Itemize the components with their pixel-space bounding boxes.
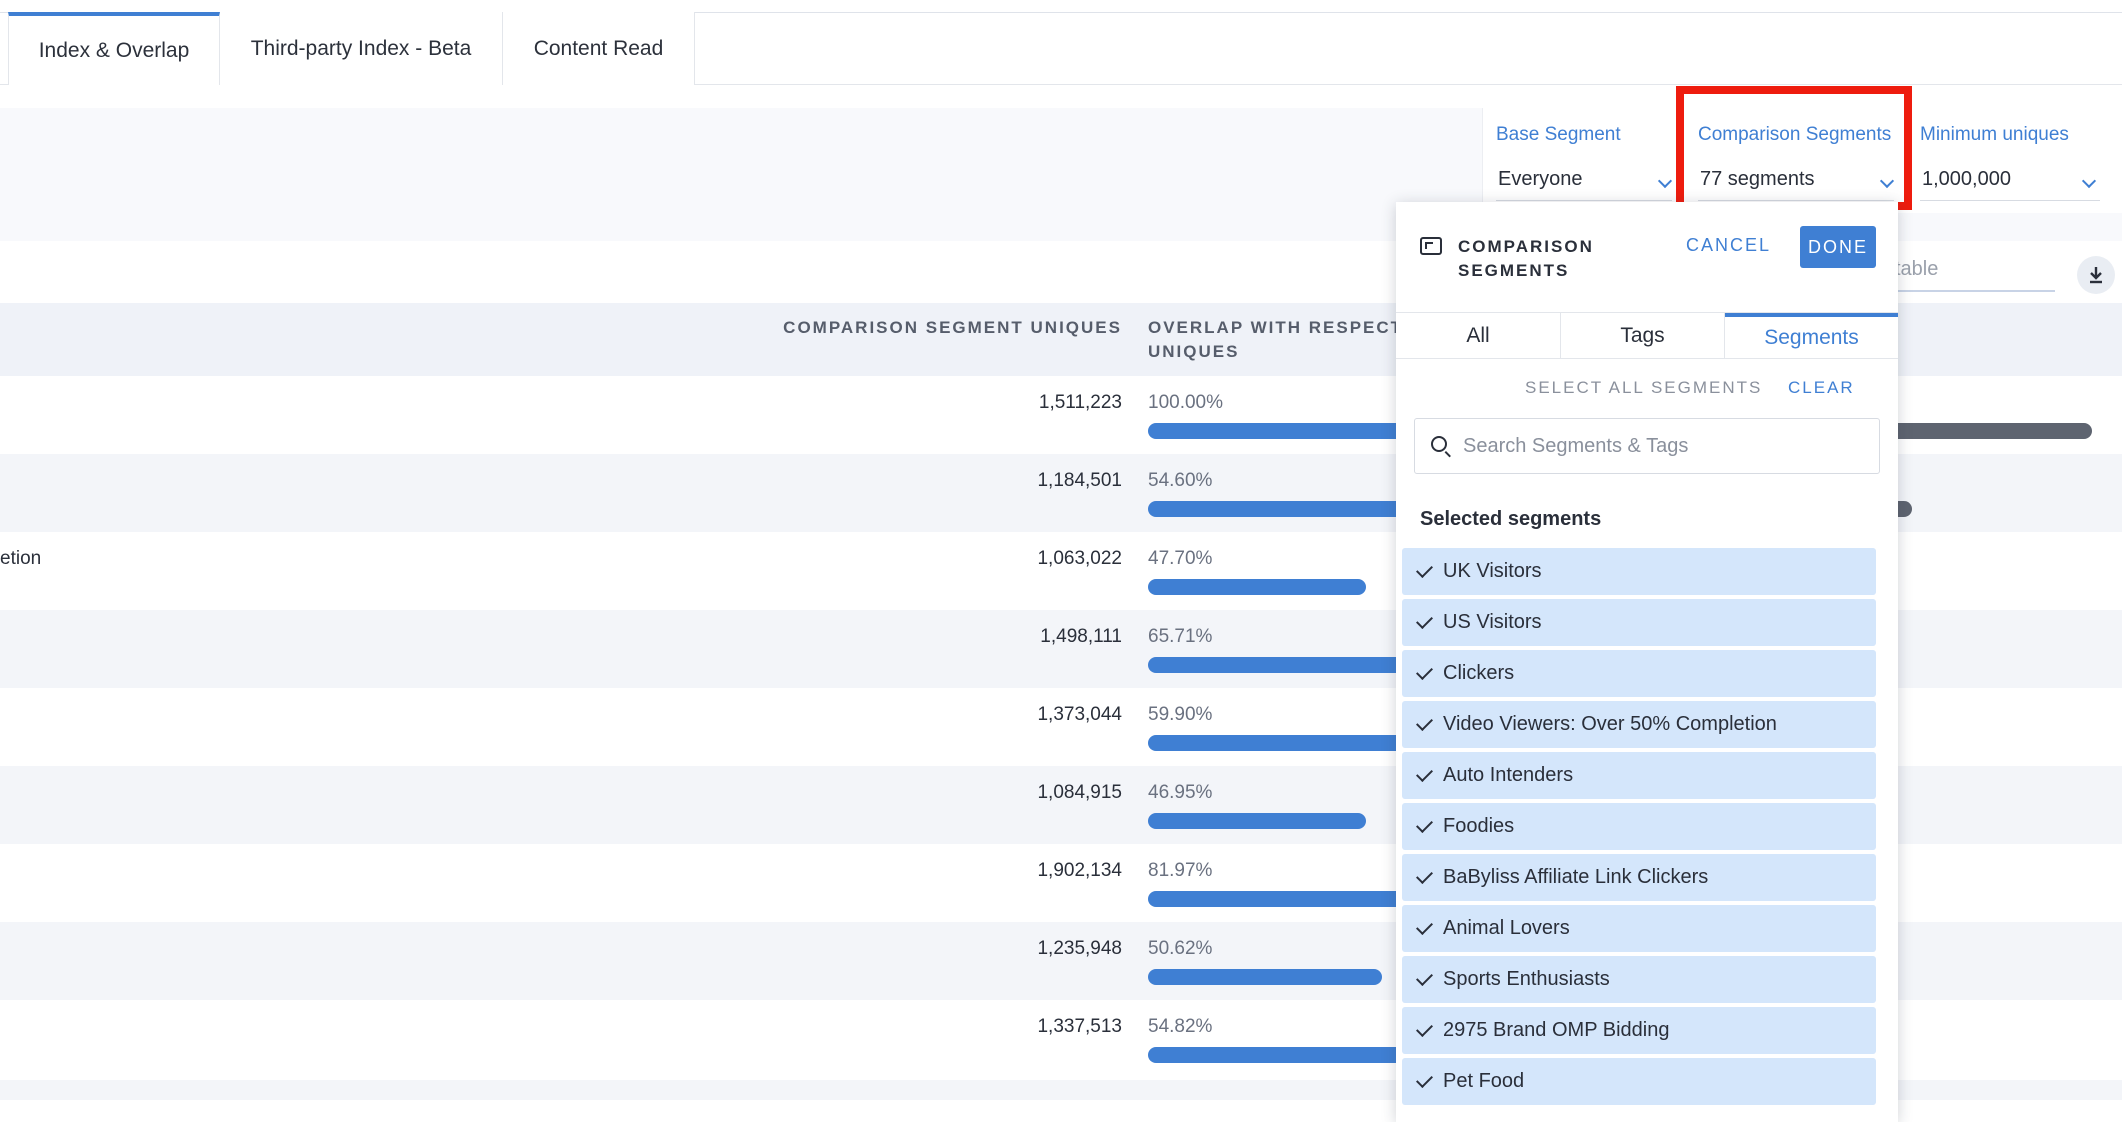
- selected-segment-item[interactable]: Clickers: [1402, 650, 1876, 697]
- check-icon: [1416, 611, 1433, 629]
- report-tabs: Index & Overlap Third-party Index - Beta…: [0, 12, 2122, 85]
- segment-search-input[interactable]: [1463, 429, 1863, 463]
- tab-third-party-index[interactable]: Third-party Index - Beta: [220, 12, 503, 85]
- overlap-value: 54.60%: [1148, 470, 1213, 491]
- tab-tags[interactable]: Tags: [1561, 313, 1725, 359]
- base-segment-underline: [1496, 200, 1672, 201]
- check-icon: [1416, 917, 1433, 935]
- check-icon: [1416, 866, 1433, 884]
- tab-index-overlap[interactable]: Index & Overlap: [8, 12, 220, 85]
- search-icon: [1431, 436, 1447, 452]
- overlap-bar: [1148, 657, 1408, 673]
- selected-segment-item[interactable]: Animal Lovers: [1402, 905, 1876, 952]
- segment-label: Animal Lovers: [1443, 917, 1570, 939]
- check-icon: [1416, 662, 1433, 680]
- cancel-button[interactable]: CANCEL: [1686, 235, 1771, 256]
- check-icon: [1416, 764, 1433, 782]
- overlap-bar: [1148, 579, 1366, 595]
- selected-segment-item[interactable]: US Visitors: [1402, 599, 1876, 646]
- selected-segment-item[interactable]: Auto Intenders: [1402, 752, 1876, 799]
- selected-segment-item[interactable]: Sports Enthusiasts: [1402, 956, 1876, 1003]
- selected-segment-item[interactable]: Video Viewers: Over 50% Completion: [1402, 701, 1876, 748]
- selected-segment-item[interactable]: Pet Food: [1402, 1058, 1876, 1105]
- segment-label: Foodies: [1443, 815, 1515, 837]
- overlap-value: 59.90%: [1148, 704, 1213, 725]
- minimum-uniques-select[interactable]: 1,000,000: [1922, 168, 2011, 191]
- tab-all[interactable]: All: [1396, 313, 1561, 359]
- popover-title-text: COMPARISON SEGMENTS: [1458, 237, 1594, 280]
- uniques-value: 1,511,223: [1038, 392, 1122, 413]
- tab-segments[interactable]: Segments: [1725, 313, 1898, 359]
- overlap-value: 65.71%: [1148, 626, 1213, 647]
- check-icon: [1416, 968, 1433, 986]
- uniques-value: 1,498,111: [1040, 626, 1122, 647]
- base-segment-select[interactable]: Everyone: [1498, 168, 1583, 191]
- segment-label: BaByliss Affiliate Link Clickers: [1443, 866, 1709, 888]
- overlap-value: 100.00%: [1148, 392, 1224, 413]
- segment-label: US Visitors: [1443, 611, 1542, 633]
- download-button[interactable]: [2077, 256, 2115, 294]
- app-root: Index & Overlap Third-party Index - Beta…: [0, 0, 2122, 1122]
- highlight-box: [1676, 86, 1912, 210]
- comparison-segments-popover: COMPARISON SEGMENTS CANCEL DONE All Tags…: [1396, 202, 1898, 1122]
- table-search-input[interactable]: table: [1895, 258, 1938, 281]
- overlap-bar: [1148, 1047, 1408, 1063]
- overlap-value: 46.95%: [1148, 782, 1213, 803]
- index-bar: [1880, 423, 2092, 439]
- uniques-value: 1,084,915: [1037, 782, 1122, 803]
- uniques-value: 1,373,044: [1037, 704, 1122, 725]
- selected-segment-item[interactable]: UK Visitors: [1402, 548, 1876, 595]
- uniques-value: 1,337,513: [1037, 1016, 1122, 1037]
- overlap-bar: [1148, 891, 1408, 907]
- selected-segments-heading: Selected segments: [1420, 508, 1602, 530]
- popover-title: COMPARISON SEGMENTS: [1458, 235, 1628, 283]
- segment-label: UK Visitors: [1443, 560, 1542, 582]
- check-icon: [1416, 560, 1433, 578]
- overlap-bar: [1148, 501, 1408, 517]
- segment-search-box: [1414, 418, 1880, 474]
- selected-segment-item[interactable]: 2975 Brand OMP Bidding: [1402, 1007, 1876, 1054]
- done-button[interactable]: DONE: [1800, 226, 1876, 268]
- overlap-bar: [1148, 423, 1408, 439]
- segment-label: Video Viewers: Over 50% Completion: [1443, 713, 1777, 735]
- selected-segments-list: UK Visitors US Visitors Clickers Video V…: [1402, 548, 1876, 1109]
- segment-label: Sports Enthusiasts: [1443, 968, 1610, 990]
- overlap-bar: [1148, 735, 1408, 751]
- overlap-value: 54.82%: [1148, 1016, 1213, 1037]
- check-icon: [1416, 815, 1433, 833]
- segments-icon: [1420, 237, 1442, 255]
- overlap-bar: [1148, 969, 1382, 985]
- segment-label: 2975 Brand OMP Bidding: [1443, 1019, 1670, 1041]
- column-overlap[interactable]: OVERLAP WITH RESPECT UNIQUES: [1148, 316, 1408, 364]
- download-icon: [2090, 267, 2102, 284]
- uniques-value: 1,902,134: [1037, 860, 1122, 881]
- clear-button[interactable]: CLEAR: [1788, 378, 1855, 398]
- minimum-uniques-label: Minimum uniques: [1920, 124, 2069, 145]
- check-icon: [1416, 1070, 1433, 1088]
- base-segment-label: Base Segment: [1496, 124, 1621, 145]
- segment-label: Clickers: [1443, 662, 1515, 684]
- overlap-bar: [1148, 813, 1366, 829]
- check-icon: [1416, 1019, 1433, 1037]
- selected-segment-item[interactable]: BaByliss Affiliate Link Clickers: [1402, 854, 1876, 901]
- uniques-value: 1,063,022: [1037, 548, 1122, 569]
- uniques-value: 1,184,501: [1037, 470, 1122, 491]
- overlap-value: 50.62%: [1148, 938, 1213, 959]
- uniques-value: 1,235,948: [1037, 938, 1122, 959]
- select-all-segments-button[interactable]: SELECT ALL SEGMENTS: [1525, 378, 1762, 398]
- segment-label: Auto Intenders: [1443, 764, 1574, 786]
- overlap-value: 81.97%: [1148, 860, 1213, 881]
- popover-tabs: All Tags Segments: [1396, 312, 1898, 359]
- minimum-uniques-underline: [1920, 200, 2100, 201]
- column-comparison-uniques[interactable]: COMPARISON SEGMENT UNIQUES: [783, 316, 1122, 340]
- selected-segment-item[interactable]: Foodies: [1402, 803, 1876, 850]
- check-icon: [1416, 713, 1433, 731]
- overlap-value: 47.70%: [1148, 548, 1213, 569]
- tab-content-read[interactable]: Content Read: [503, 12, 695, 85]
- segment-label: Pet Food: [1443, 1070, 1525, 1092]
- segment-name: etion: [0, 548, 42, 569]
